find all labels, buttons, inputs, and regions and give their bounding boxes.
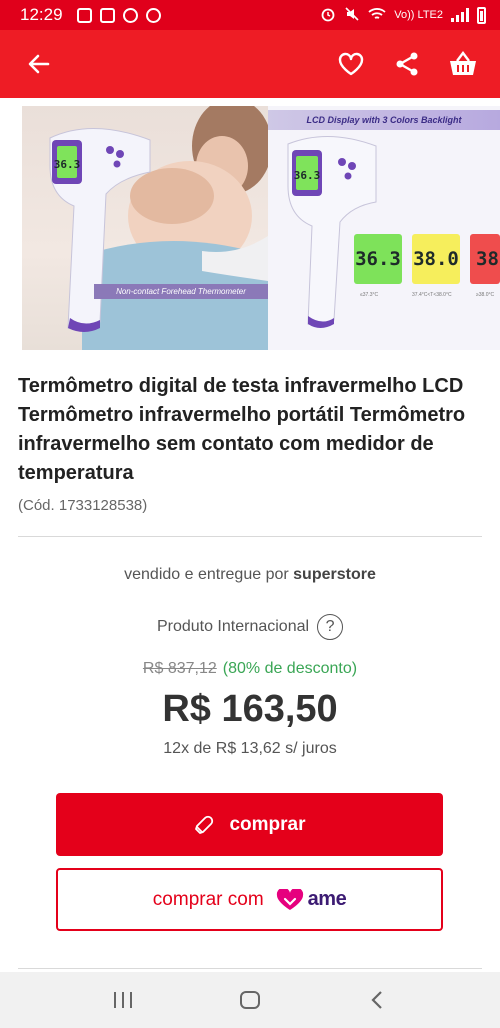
swatch-yellow-note: 37.4°C<T<38.0°C: [412, 292, 452, 298]
rocket-icon: [195, 815, 214, 834]
signal-icon: [451, 8, 469, 22]
back-arrow-icon: [28, 54, 50, 74]
mute-icon: [344, 6, 360, 25]
origin-label: Produto Internacional: [156, 618, 310, 635]
network-label: Vo)) LTE2: [394, 9, 443, 21]
recent-apps-button[interactable]: [98, 980, 148, 1020]
product-photo-display: LCD Display with 3 Colors Backlight 36.3…: [268, 106, 500, 350]
home-icon: [239, 991, 260, 1009]
buy-button-label: comprar: [229, 813, 306, 835]
device-reading: 36.3: [54, 158, 81, 171]
help-icon[interactable]: ?: [317, 614, 344, 640]
product-title: Termômetro digital de testa infravermelh…: [18, 375, 466, 484]
old-price: R$ 837,12: [142, 660, 217, 677]
heart-icon: [338, 52, 364, 76]
origin-line: Produto Internacional ?: [0, 614, 500, 640]
app-notification-icon: [145, 7, 161, 23]
back-nav-button[interactable]: [352, 980, 402, 1020]
status-right: Vo)) LTE2: [320, 6, 486, 25]
discount-badge: (80% de desconto): [222, 660, 358, 677]
swatch-red: 38.9: [470, 234, 500, 284]
share-button[interactable]: [386, 43, 428, 85]
status-time: 12:29: [20, 5, 63, 24]
wifi-icon: [368, 7, 386, 24]
hero-caption: Non-contact Forehead Thermometer: [94, 284, 268, 299]
status-bar: 12:29 Vo)) LTE2: [0, 0, 500, 30]
swatch-yellow: 38.0: [412, 234, 460, 284]
app-bar: [0, 30, 500, 98]
buy-button[interactable]: comprar: [56, 793, 443, 856]
notification-icons: [76, 7, 161, 23]
chevron-left-icon: [371, 991, 382, 1009]
cart-button[interactable]: [442, 43, 484, 85]
swatch-green-value: 36.3: [355, 248, 401, 270]
cast-icon: [76, 7, 92, 23]
product-photo-mother-baby: 36.3 Non-contact Forehead Thermometer: [22, 106, 268, 350]
ame-brand: ame: [307, 888, 347, 910]
swatch-green: 36.3: [354, 234, 402, 284]
recent-apps-icon: [114, 992, 133, 1008]
product-image[interactable]: 36.3 Non-contact Forehead Thermometer LC…: [22, 106, 500, 354]
swatch-red-note: ≥38.0°C: [476, 292, 495, 298]
chrome-icon: [122, 7, 138, 23]
divider: [18, 536, 482, 537]
seller-name-link[interactable]: superstore: [293, 566, 376, 583]
svg-text:36.3: 36.3: [294, 169, 321, 182]
alarm-icon: [320, 6, 336, 25]
product-code: (Cód. 1733128538): [18, 497, 148, 514]
installments: 12x de R$ 13,62 s/ juros: [163, 740, 337, 757]
buy-with-ame-button[interactable]: comprar com ame: [56, 868, 443, 931]
ame-button-label: comprar com: [152, 888, 264, 910]
system-nav-bar: [0, 972, 500, 1028]
seller-prefix: vendido e entregue por: [124, 566, 289, 583]
home-button[interactable]: [225, 980, 275, 1020]
price: R$ 163,50: [162, 688, 338, 730]
ame-logo: ame: [276, 888, 347, 911]
ame-heart-icon: [276, 888, 303, 910]
cart-basket-icon: [450, 51, 476, 75]
share-icon: [396, 52, 418, 76]
swatch-green-note: ≤37.3°C: [360, 292, 379, 298]
favorite-button[interactable]: [330, 43, 372, 85]
swatch-red-value: 38.9: [476, 248, 500, 270]
image-icon: [99, 7, 115, 23]
swatch-yellow-value: 38.0: [413, 248, 459, 270]
seller-line: vendido e entregue por superstore: [0, 566, 500, 584]
divider: [18, 968, 482, 969]
battery-icon: [477, 6, 486, 24]
old-price-line: R$ 837,12 (80% de desconto): [0, 660, 500, 678]
back-button[interactable]: [18, 43, 60, 85]
